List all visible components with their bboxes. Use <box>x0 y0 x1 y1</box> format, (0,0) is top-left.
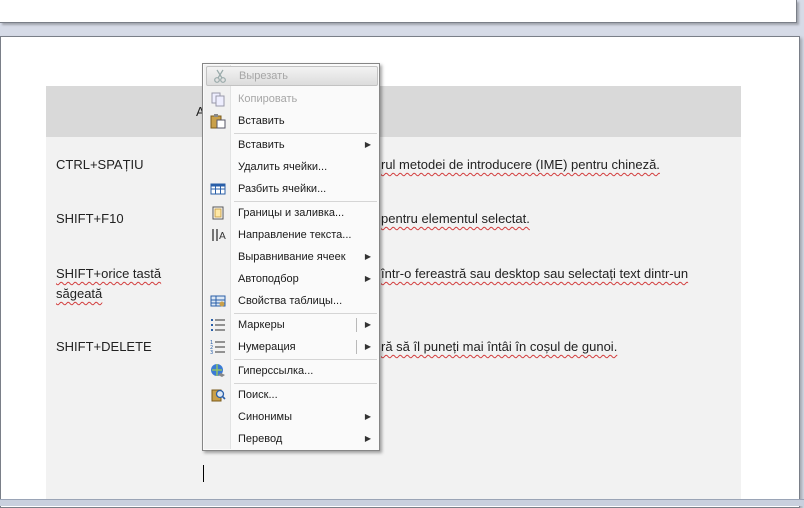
shortcut-key-cell: SHIFT+orice tastă săgeată <box>56 266 162 301</box>
menu-item-label: Удалить ячейки... <box>238 161 328 173</box>
hyperlink-icon <box>211 364 225 377</box>
copy-icon <box>211 92 225 107</box>
svg-text:A: A <box>219 231 226 242</box>
menu-item-text-direction[interactable]: A Направление текста... <box>205 224 377 246</box>
shortcut-description-cell: ră să îl puneți mai întâi în coșul de gu… <box>381 339 618 354</box>
menu-item-label: Границы и заливка... <box>238 207 345 219</box>
split-cells-icon <box>210 183 226 195</box>
menu-item-label: Направление текста... <box>238 229 352 241</box>
shortcut-key-cell: SHIFT+F10 <box>56 211 124 226</box>
menu-item-label: Гиперссылка... <box>238 365 314 377</box>
research-icon <box>211 389 226 402</box>
menu-item-borders-shading[interactable]: Границы и заливка... <box>205 202 377 224</box>
menu-item-insert[interactable]: Вставить ▶ <box>205 134 377 156</box>
menu-item-cut[interactable]: Вырезать <box>206 66 378 86</box>
submenu-arrow-icon: ▶ <box>364 434 371 443</box>
submenu-divider <box>356 340 357 354</box>
menu-item-research[interactable]: Поиск... <box>205 384 377 406</box>
menu-item-delete-cells[interactable]: Удалить ячейки... <box>205 156 377 178</box>
menu-item-label: Маркеры <box>238 319 285 331</box>
shortcut-description-cell: pentru elementul selectat. <box>381 211 530 226</box>
table-properties-icon <box>210 295 226 307</box>
menu-item-label: Перевод <box>238 433 283 445</box>
menu-item-label: Выравнивание ячеек <box>238 251 346 263</box>
menu-item-cell-alignment[interactable]: Выравнивание ячеек ▶ <box>205 246 377 268</box>
menu-item-copy[interactable]: Копировать <box>205 88 377 110</box>
submenu-arrow-icon[interactable]: ▶ <box>365 314 371 336</box>
menu-item-label: Вставить <box>238 139 285 151</box>
shortcut-key-cell: CTRL+SPAȚIU <box>56 157 144 172</box>
menu-item-label: Нумерация <box>238 341 296 353</box>
scissors-icon <box>214 69 226 83</box>
shortcut-description-cell: rul metodei de introducere (IME) pentru … <box>381 157 660 172</box>
previous-page <box>0 0 797 23</box>
menu-item-label: Разбить ячейки... <box>238 183 327 195</box>
submenu-arrow-icon: ▶ <box>364 274 371 283</box>
menu-item-label: Синонимы <box>238 411 292 423</box>
numbering-icon: 123 <box>210 340 225 355</box>
borders-icon <box>212 206 224 220</box>
submenu-arrow-icon[interactable]: ▶ <box>365 336 371 358</box>
menu-item-table-properties[interactable]: Свойства таблицы... <box>205 290 377 312</box>
submenu-arrow-icon: ▶ <box>364 140 371 149</box>
menu-item-bullets[interactable]: Маркеры ▶ <box>205 314 377 336</box>
menu-item-translate[interactable]: Перевод ▶ <box>205 428 377 450</box>
menu-item-label: Вырезать <box>239 70 288 82</box>
submenu-arrow-icon: ▶ <box>364 252 371 261</box>
menu-item-split-cells[interactable]: Разбить ячейки... <box>205 178 377 200</box>
svg-text:3: 3 <box>210 350 213 355</box>
bullets-icon <box>211 319 225 331</box>
menu-item-autofit[interactable]: Автоподбор ▶ <box>205 268 377 290</box>
menu-item-label: Вставить <box>238 115 285 127</box>
context-menu[interactable]: Вырезать Копировать Вставить Вставить ▶ … <box>202 63 380 451</box>
menu-item-label: Копировать <box>238 93 298 105</box>
text-cursor <box>203 465 204 482</box>
menu-item-label: Свойства таблицы... <box>238 295 343 307</box>
menu-item-hyperlink[interactable]: Гиперссылка... <box>205 360 377 382</box>
submenu-arrow-icon: ▶ <box>364 412 371 421</box>
table-header-row: A <box>46 86 741 137</box>
submenu-divider <box>356 318 357 332</box>
menu-item-paste[interactable]: Вставить <box>205 110 377 132</box>
shortcut-key-cell: SHIFT+DELETE <box>56 339 152 354</box>
menu-item-synonyms[interactable]: Синонимы ▶ <box>205 406 377 428</box>
menu-item-numbering[interactable]: 123 Нумерация ▶ <box>205 336 377 358</box>
menu-item-label: Автоподбор <box>238 273 299 285</box>
text-direction-icon: A <box>212 229 226 242</box>
menu-item-label: Поиск... <box>238 389 278 401</box>
paste-icon <box>210 114 226 129</box>
shortcut-description-cell: într-o fereastră sau desktop sau selecta… <box>381 266 689 281</box>
